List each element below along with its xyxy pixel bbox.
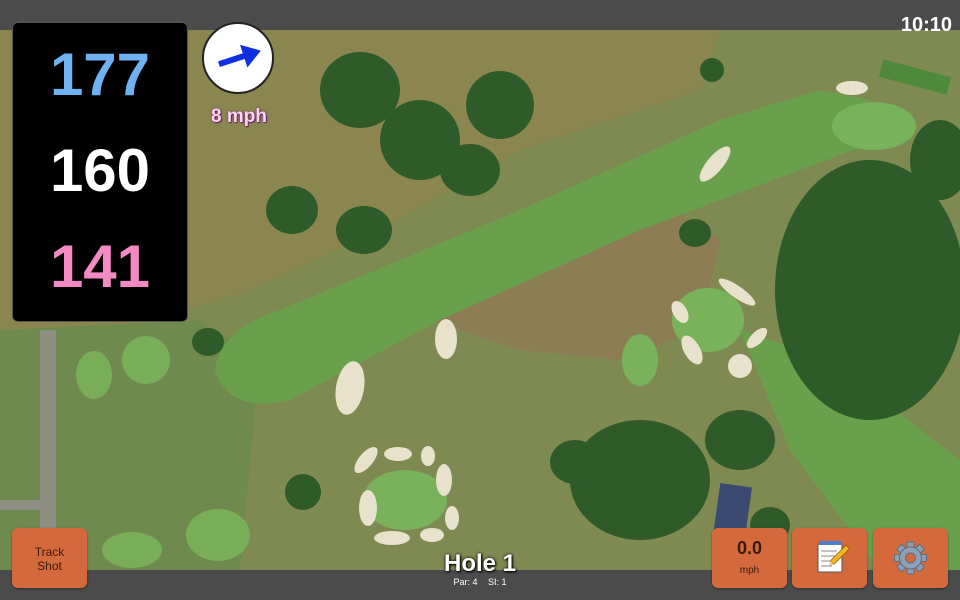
track-shot-label-line1: Track xyxy=(34,545,65,559)
wind-arrow-icon xyxy=(218,44,261,68)
speed-unit: mph xyxy=(739,565,760,576)
speed-value: 0.0 xyxy=(736,538,763,558)
track-shot-button[interactable]: Track Shot xyxy=(12,528,87,588)
hole-stroke-index: SI: 1 xyxy=(488,577,507,587)
gear-icon xyxy=(894,541,927,575)
hole-title: Hole 1 xyxy=(443,550,517,577)
wind-speed: 8 mph xyxy=(211,106,267,127)
track-shot-label-line2: Shot xyxy=(37,559,62,573)
clock: 10:10 xyxy=(900,14,952,36)
wind-indicator xyxy=(202,22,274,94)
swing-speed-button[interactable]: 0.0 mph xyxy=(712,528,787,588)
settings-button[interactable] xyxy=(873,528,948,588)
notepad-icon xyxy=(817,541,850,573)
hole-info: Par: 4 SI: 1 xyxy=(380,577,580,587)
middle-yardage: 160 xyxy=(49,137,151,204)
front-yardage: 141 xyxy=(49,233,151,300)
yardage-panel: 177 160 141 xyxy=(12,22,188,322)
back-yardage: 177 xyxy=(49,41,151,108)
hole-par: Par: 4 xyxy=(453,577,478,587)
notes-button[interactable] xyxy=(792,528,867,588)
